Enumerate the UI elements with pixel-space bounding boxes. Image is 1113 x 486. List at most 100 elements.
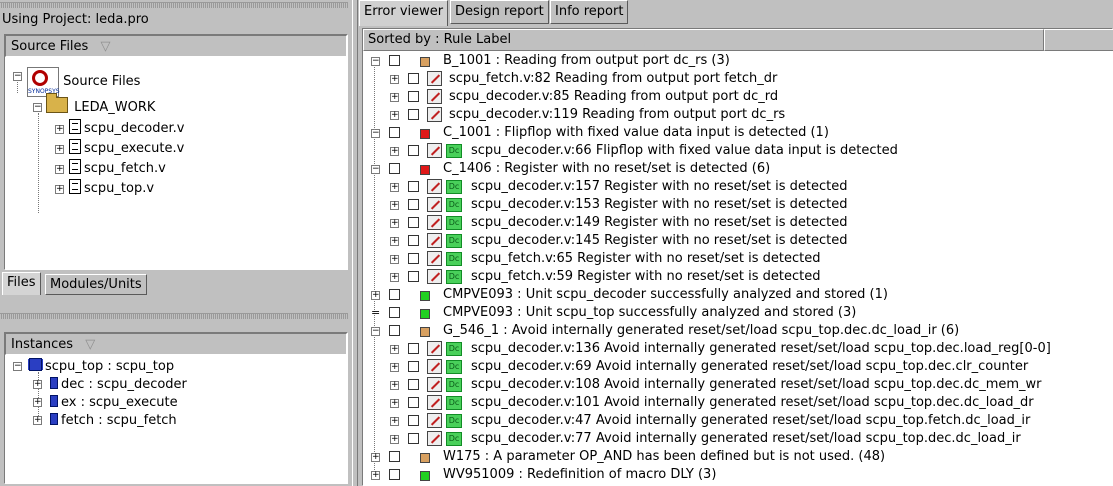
filter-icon[interactable]: ▽ bbox=[85, 334, 95, 356]
expand-toggle[interactable]: + bbox=[390, 363, 399, 372]
violation-row[interactable]: + Dc scpu_decoder.v:66 Flipflop with fixed… bbox=[363, 142, 1112, 160]
expand-toggle[interactable]: + bbox=[371, 291, 380, 300]
row-checkbox[interactable] bbox=[408, 109, 419, 120]
row-checkbox[interactable] bbox=[408, 433, 419, 444]
design-compiler-icon[interactable]: Dc bbox=[446, 198, 462, 212]
expand-toggle[interactable]: + bbox=[390, 345, 399, 354]
design-compiler-icon[interactable]: Dc bbox=[446, 396, 462, 410]
edit-source-icon[interactable] bbox=[427, 431, 442, 446]
violation-row[interactable]: + Dc scpu_decoder.v:108 Avoid internally g… bbox=[363, 376, 1112, 394]
row-checkbox[interactable] bbox=[389, 127, 400, 138]
design-compiler-icon[interactable]: Dc bbox=[446, 414, 462, 428]
file-scpu-top[interactable]: scpu_top.v bbox=[69, 179, 154, 199]
filter-icon[interactable]: ▽ bbox=[100, 36, 110, 58]
collapse-toggle[interactable]: − bbox=[371, 327, 380, 336]
instances-header[interactable]: Instances ▽ bbox=[5, 333, 347, 355]
violation-row[interactable]: + Dc scpu_decoder.v:47 Avoid internally ge… bbox=[363, 412, 1112, 430]
violation-row[interactable]: + Dc scpu_decoder.v:69 Avoid internally ge… bbox=[363, 358, 1112, 376]
rule-row[interactable]: − C_1001 : Flipflop with fixed value data… bbox=[363, 124, 1112, 142]
row-checkbox[interactable] bbox=[408, 181, 419, 192]
design-compiler-icon[interactable]: Dc bbox=[446, 180, 462, 194]
tab-info-report[interactable]: Info report bbox=[550, 0, 629, 24]
pane-grip[interactable] bbox=[0, 313, 348, 319]
design-compiler-icon[interactable]: Dc bbox=[446, 252, 462, 266]
expand-toggle[interactable]: + bbox=[390, 93, 399, 102]
row-checkbox[interactable] bbox=[408, 397, 419, 408]
violation-row[interactable]: + Dc scpu_decoder.v:149 Register with no r… bbox=[363, 214, 1112, 232]
rule-row[interactable]: + CMPVE093 : Unit scpu_decoder successful… bbox=[363, 286, 1112, 304]
instance-fetch[interactable]: fetch : scpu_fetch bbox=[50, 411, 177, 431]
row-checkbox[interactable] bbox=[408, 91, 419, 102]
expand-toggle[interactable]: + bbox=[390, 381, 399, 390]
rule-row[interactable]: = CMPVE093 : Unit scpu_top successfully a… bbox=[363, 304, 1112, 322]
violation-row[interactable]: + scpu_decoder.v:85 Reading from output p… bbox=[363, 88, 1112, 106]
row-checkbox[interactable] bbox=[389, 163, 400, 174]
expand-toggle[interactable]: + bbox=[33, 416, 42, 425]
collapse-toggle[interactable]: − bbox=[371, 57, 380, 66]
edit-source-icon[interactable] bbox=[427, 197, 442, 212]
edit-source-icon[interactable] bbox=[427, 179, 442, 194]
expand-toggle[interactable]: + bbox=[390, 111, 399, 120]
edit-source-icon[interactable] bbox=[427, 341, 442, 356]
expand-toggle[interactable]: + bbox=[33, 380, 42, 389]
rule-row[interactable]: − G_546_1 : Avoid internally generated re… bbox=[363, 322, 1112, 340]
file-scpu-decoder[interactable]: scpu_decoder.v bbox=[69, 119, 185, 139]
tab-files[interactable]: Files bbox=[2, 272, 41, 295]
row-checkbox[interactable] bbox=[389, 289, 400, 300]
expand-toggle[interactable]: + bbox=[390, 273, 399, 282]
edit-source-icon[interactable] bbox=[427, 413, 442, 428]
edit-source-icon[interactable] bbox=[427, 215, 442, 230]
expand-toggle[interactable]: + bbox=[390, 417, 399, 426]
row-checkbox[interactable] bbox=[408, 271, 419, 282]
edit-source-icon[interactable] bbox=[427, 233, 442, 248]
design-compiler-icon[interactable]: Dc bbox=[446, 378, 462, 392]
expand-toggle[interactable]: + bbox=[390, 435, 399, 444]
rule-row[interactable]: + W175 : A parameter OP_AND has been defi… bbox=[363, 448, 1112, 466]
edit-source-icon[interactable] bbox=[427, 251, 442, 266]
row-checkbox[interactable] bbox=[408, 379, 419, 390]
violation-row[interactable]: + Dc scpu_fetch.v:65 Register with no rese… bbox=[363, 250, 1112, 268]
row-checkbox[interactable] bbox=[389, 325, 400, 336]
collapse-toggle[interactable]: − bbox=[13, 362, 22, 371]
violation-row[interactable]: + Dc scpu_decoder.v:101 Avoid internally g… bbox=[363, 394, 1112, 412]
row-checkbox[interactable] bbox=[408, 235, 419, 246]
expand-toggle[interactable]: + bbox=[390, 183, 399, 192]
instance-dec[interactable]: dec : scpu_decoder bbox=[50, 375, 187, 395]
edit-source-icon[interactable] bbox=[427, 107, 442, 122]
row-checkbox[interactable] bbox=[408, 415, 419, 426]
expand-toggle[interactable]: + bbox=[371, 453, 380, 462]
edit-source-icon[interactable] bbox=[427, 359, 442, 374]
rule-row[interactable]: + WV951009 : Redefinition of macro DLY (3… bbox=[363, 466, 1112, 484]
row-checkbox[interactable] bbox=[389, 307, 400, 318]
row-checkbox[interactable] bbox=[408, 361, 419, 372]
design-compiler-icon[interactable]: Dc bbox=[446, 234, 462, 248]
vertical-splitter[interactable] bbox=[352, 0, 358, 486]
design-compiler-icon[interactable]: Dc bbox=[446, 342, 462, 356]
row-checkbox[interactable] bbox=[408, 253, 419, 264]
file-scpu-fetch[interactable]: scpu_fetch.v bbox=[69, 159, 166, 179]
edit-source-icon[interactable] bbox=[427, 269, 442, 284]
edit-source-icon[interactable] bbox=[427, 377, 442, 392]
instance-ex[interactable]: ex : scpu_execute bbox=[50, 393, 178, 413]
collapse-toggle[interactable]: − bbox=[13, 72, 22, 81]
expand-toggle[interactable]: + bbox=[55, 185, 64, 194]
expand-toggle[interactable]: + bbox=[390, 255, 399, 264]
violation-row[interactable]: + Dc scpu_decoder.v:153 Register with no r… bbox=[363, 196, 1112, 214]
violation-row[interactable]: + Dc scpu_decoder.v:157 Register with no r… bbox=[363, 178, 1112, 196]
violation-row[interactable]: + Dc scpu_decoder.v:145 Register with no r… bbox=[363, 232, 1112, 250]
sort-header-extra[interactable] bbox=[1044, 29, 1113, 51]
row-checkbox[interactable] bbox=[389, 451, 400, 462]
edit-source-icon[interactable] bbox=[427, 395, 442, 410]
expand-toggle[interactable]: + bbox=[55, 125, 64, 134]
design-compiler-icon[interactable]: Dc bbox=[446, 360, 462, 374]
expand-toggle[interactable]: + bbox=[371, 471, 380, 480]
tab-design-report[interactable]: Design report bbox=[450, 0, 549, 24]
edit-source-icon[interactable] bbox=[427, 89, 442, 104]
row-checkbox[interactable] bbox=[408, 145, 419, 156]
edit-source-icon[interactable] bbox=[427, 143, 442, 158]
violation-row[interactable]: + scpu_decoder.v:119 Reading from output … bbox=[363, 106, 1112, 124]
design-compiler-icon[interactable]: Dc bbox=[446, 270, 462, 284]
violation-row[interactable]: + Dc scpu_fetch.v:59 Register with no rese… bbox=[363, 268, 1112, 286]
instance-scpu-top[interactable]: scpu_top : scpu_top bbox=[29, 357, 174, 377]
violation-row[interactable]: + scpu_fetch.v:82 Reading from output por… bbox=[363, 70, 1112, 88]
